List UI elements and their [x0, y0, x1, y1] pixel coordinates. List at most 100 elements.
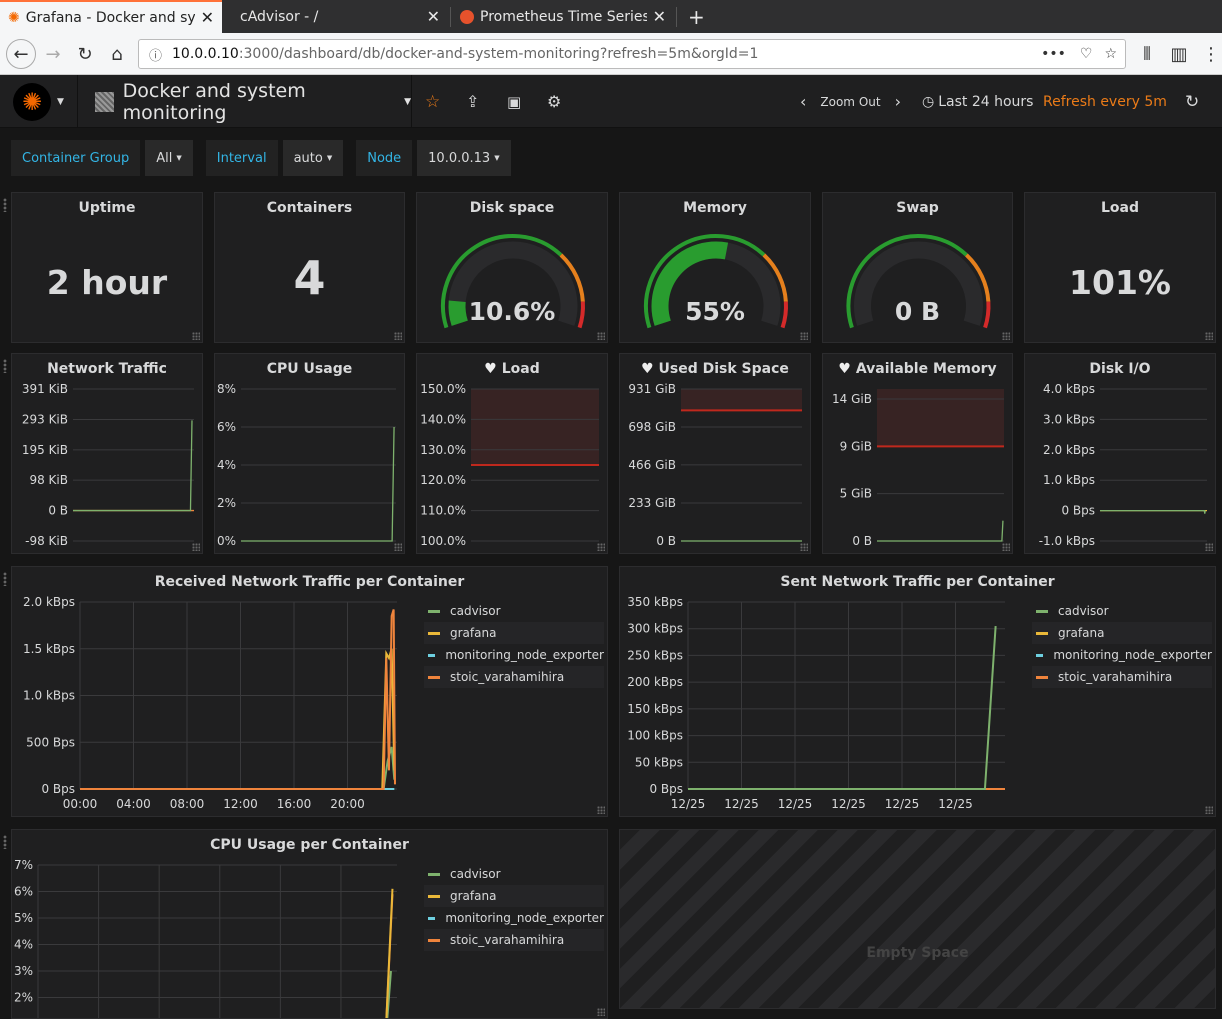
- series-line-grafana: [385, 888, 394, 1018]
- close-tab-icon[interactable]: ✕: [427, 7, 440, 26]
- row-drag-handle[interactable]: [3, 359, 7, 373]
- y-tick-label: 3.0 kBps: [1043, 412, 1095, 426]
- resize-handle[interactable]: [1205, 806, 1213, 814]
- refresh-icon[interactable]: ↻: [1185, 75, 1199, 128]
- save-icon[interactable]: ▣: [507, 75, 521, 128]
- legend-item[interactable]: stoic_varahamihira: [424, 666, 604, 688]
- legend-label: stoic_varahamihira: [450, 933, 565, 947]
- var-select-node[interactable]: 10.0.0.13 ▼: [417, 140, 511, 176]
- time-picker[interactable]: ◷ Last 24 hours: [922, 75, 1033, 128]
- panel-memory[interactable]: Memory 55%: [619, 192, 811, 343]
- panel-sent-network-traffic-per-container[interactable]: Sent Network Traffic per Container 350 kB…: [619, 566, 1216, 817]
- legend-item[interactable]: cadvisor: [424, 863, 604, 885]
- x-tick-label: 00:00: [63, 797, 98, 811]
- resize-handle[interactable]: [597, 332, 605, 340]
- legend-item[interactable]: monitoring_node_exporter: [1032, 644, 1212, 666]
- grafana-menu-button[interactable]: ✺ ▼: [0, 75, 78, 128]
- panel-cpu-usage-per-container[interactable]: CPU Usage per Container7%6%5%4%3%2%1%0%c…: [11, 829, 608, 1019]
- home-icon[interactable]: ⌂: [102, 39, 132, 69]
- panel-load-stat[interactable]: Load 101%: [1024, 192, 1216, 343]
- legend-item[interactable]: grafana: [1032, 622, 1212, 644]
- panel-received-network-traffic-per-container[interactable]: Received Network Traffic per Container 2.…: [11, 566, 608, 817]
- row-drag-handle[interactable]: [3, 835, 7, 849]
- resize-handle[interactable]: [1002, 332, 1010, 340]
- time-forward-icon[interactable]: ›: [895, 92, 901, 111]
- y-tick-label: 0 Bps: [1061, 504, 1095, 518]
- resize-handle[interactable]: [192, 543, 200, 551]
- sidebar-icon[interactable]: ▥: [1164, 39, 1194, 69]
- refresh-interval-picker[interactable]: Refresh every 5m: [1043, 75, 1167, 128]
- legend-swatch: [1036, 609, 1048, 613]
- legend-item[interactable]: stoic_varahamihira: [1032, 666, 1212, 688]
- y-tick-label: 2%: [217, 496, 236, 510]
- panel-disk-i-o[interactable]: Disk I/O 4.0 kBps 3.0 kBps 2.0 kBps 1.0 kBps…: [1024, 353, 1216, 554]
- dashboard-picker[interactable]: Docker and system monitoring ▼: [79, 75, 412, 128]
- resize-handle[interactable]: [394, 543, 402, 551]
- legend-item[interactable]: cadvisor: [1032, 600, 1212, 622]
- panel-uptime[interactable]: Uptime 2 hour: [11, 192, 203, 343]
- panel-swap[interactable]: Swap 0 B: [822, 192, 1013, 343]
- resize-handle[interactable]: [394, 332, 402, 340]
- zoom-out-button[interactable]: Zoom Out: [820, 95, 880, 109]
- close-tab-icon[interactable]: ✕: [653, 7, 666, 26]
- stat-value: 0 B: [894, 297, 941, 326]
- resize-handle[interactable]: [597, 543, 605, 551]
- prometheus-favicon-icon: [460, 9, 474, 24]
- tab-grafana[interactable]: ✺ Grafana - Docker and system monitoring…: [0, 0, 222, 33]
- x-tick-label: 16:00: [277, 797, 312, 811]
- resize-handle[interactable]: [1205, 332, 1213, 340]
- legend-swatch: [428, 872, 440, 876]
- var-label-container-group: Container Group: [11, 140, 141, 176]
- tab-divider: [676, 7, 677, 27]
- var-select-container-group[interactable]: All ▼: [145, 140, 193, 176]
- page-actions-icon[interactable]: •••: [1041, 46, 1066, 62]
- panel-containers[interactable]: Containers 4: [214, 192, 405, 343]
- tab-prometheus[interactable]: Prometheus Time Series Collection ✕: [452, 0, 674, 33]
- menu-icon[interactable]: ⋮: [1196, 39, 1222, 69]
- panel-title: Containers: [266, 200, 353, 216]
- resize-handle[interactable]: [192, 332, 200, 340]
- panel-load[interactable]: ♥ Load 150.0% 140.0% 130.0% 120.0% 110.0% 100.…: [416, 353, 608, 554]
- resize-handle[interactable]: [1205, 543, 1213, 551]
- legend-item[interactable]: grafana: [424, 622, 604, 644]
- tab-cadvisor[interactable]: cAdvisor - / ✕: [226, 0, 448, 33]
- pocket-icon[interactable]: ♡: [1080, 46, 1093, 62]
- back-icon[interactable]: ←: [6, 39, 36, 69]
- reload-icon[interactable]: ↻: [70, 39, 100, 69]
- row-drag-handle[interactable]: [3, 572, 7, 586]
- share-icon[interactable]: ⇪: [466, 75, 479, 128]
- new-tab-button[interactable]: +: [680, 0, 705, 33]
- resize-handle[interactable]: [597, 806, 605, 814]
- y-tick-label: 350 kBps: [627, 595, 683, 609]
- legend-item[interactable]: monitoring_node_exporter: [424, 644, 604, 666]
- bookmark-star-icon[interactable]: ☆: [1104, 46, 1117, 62]
- y-tick-label: 2.0 kBps: [23, 595, 75, 609]
- resize-handle[interactable]: [800, 332, 808, 340]
- legend-item[interactable]: stoic_varahamihira: [424, 929, 604, 951]
- resize-handle[interactable]: [1002, 543, 1010, 551]
- legend-item[interactable]: grafana: [424, 885, 604, 907]
- star-icon[interactable]: ☆: [425, 75, 440, 128]
- library-icon[interactable]: ⫴: [1132, 39, 1162, 69]
- resize-handle[interactable]: [597, 1008, 605, 1016]
- panel-available-memory[interactable]: ♥ Available Memory 14 GiB 9 GiB 5 GiB 0 B: [822, 353, 1013, 554]
- resize-handle[interactable]: [800, 543, 808, 551]
- close-tab-icon[interactable]: ✕: [201, 8, 214, 27]
- forward-icon[interactable]: →: [38, 39, 68, 69]
- panel-network-traffic[interactable]: Network Traffic 391 KiB 293 KiB 195 KiB 98 K…: [11, 353, 203, 554]
- panel-disk-space[interactable]: Disk space 10.6%: [416, 192, 608, 343]
- series-line-cadvisor: [386, 970, 392, 1018]
- time-back-icon[interactable]: ‹: [800, 92, 806, 111]
- legend-item[interactable]: monitoring_node_exporter: [424, 907, 604, 929]
- panel-used-disk-space[interactable]: ♥ Used Disk Space 931 GiB 698 GiB 466 GiB 23…: [619, 353, 811, 554]
- settings-gear-icon[interactable]: ⚙: [547, 75, 561, 128]
- graph-canvas: 150.0% 140.0% 130.0% 120.0% 110.0% 100.0%: [420, 382, 599, 548]
- url-bar[interactable]: ⓘ 10.0.0.10:3000/dashboard/db/docker-and…: [138, 39, 1126, 69]
- var-select-interval[interactable]: auto ▼: [282, 140, 344, 176]
- legend-item[interactable]: cadvisor: [424, 600, 604, 622]
- grafana-logo-icon: ✺: [13, 82, 52, 121]
- grafana-navbar: ✺ ▼ Docker and system monitoring ▼ ☆ ⇪ ▣…: [0, 75, 1222, 128]
- row-drag-handle[interactable]: [3, 198, 7, 212]
- legend-label: monitoring_node_exporter: [445, 911, 604, 925]
- panel-cpu-usage[interactable]: CPU Usage 8% 6% 4% 2% 0%: [214, 353, 405, 554]
